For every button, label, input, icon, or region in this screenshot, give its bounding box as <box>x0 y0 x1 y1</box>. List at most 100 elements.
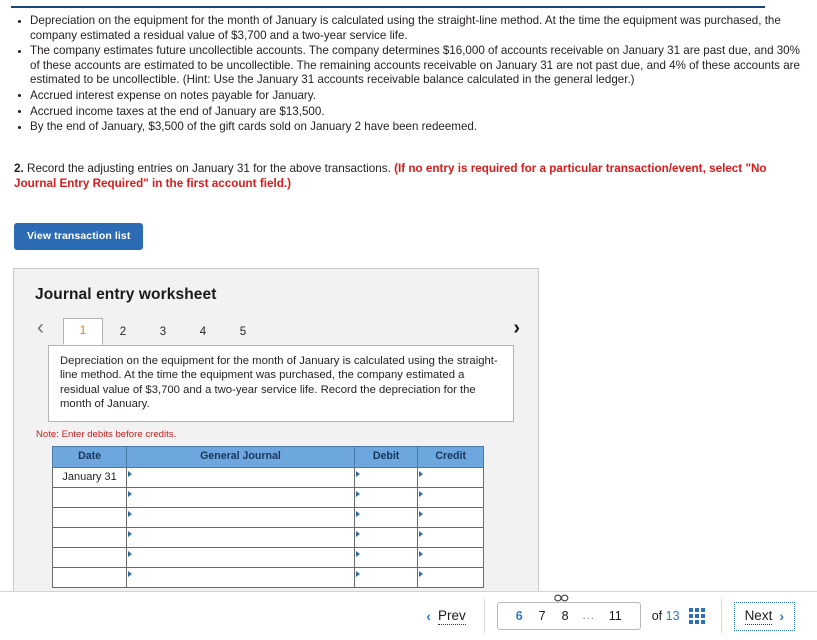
tab-1[interactable]: 1 <box>63 318 103 345</box>
view-transaction-list-button[interactable]: View transaction list <box>14 223 144 251</box>
cell-date <box>51 546 128 568</box>
tab-3[interactable]: 3 <box>143 325 183 344</box>
debit-input[interactable] <box>354 469 418 485</box>
table-row: January 31 <box>51 466 484 488</box>
cell-account-select[interactable] <box>126 546 355 568</box>
page-6[interactable]: 6 <box>508 609 531 623</box>
worksheet-tabs: 1 2 3 4 5 <box>63 313 263 345</box>
tab-5[interactable]: 5 <box>223 325 263 344</box>
list-item: Accrued income taxes at the end of Janua… <box>14 105 803 120</box>
grid-view-icon[interactable] <box>688 608 705 624</box>
scenario-description: Depreciation on the equipment for the mo… <box>48 345 514 422</box>
debit-input[interactable] <box>354 549 418 565</box>
credit-input[interactable] <box>418 549 483 565</box>
cell-credit-input[interactable] <box>417 506 484 528</box>
table-row <box>51 506 484 528</box>
journal-entry-worksheet-panel: Journal entry worksheet ‹ 1 2 3 4 5 › De… <box>13 268 539 592</box>
chevron-left-icon[interactable]: ‹ <box>37 315 44 341</box>
grid-cell <box>700 608 705 612</box>
journal-entry-table: Date General Journal Debit Credit Januar… <box>51 445 484 588</box>
credit-input[interactable] <box>418 489 483 505</box>
journal-table-wrapper: Date General Journal Debit Credit Januar… <box>51 445 484 588</box>
grid-cell <box>688 608 693 612</box>
transaction-text: By the end of January, $3,500 of the gif… <box>30 120 478 134</box>
cell-account-select[interactable] <box>126 526 355 548</box>
requirement-number: 2. <box>14 161 24 175</box>
account-input[interactable] <box>127 469 354 485</box>
transaction-text: The company estimates future uncollectib… <box>30 44 800 87</box>
divider <box>720 599 722 633</box>
cell-date <box>51 566 128 588</box>
cell-credit-input[interactable] <box>417 526 484 548</box>
worksheet-tab-strip: ‹ 1 2 3 4 5 › <box>14 313 538 345</box>
account-input[interactable] <box>127 569 354 585</box>
cell-debit-input[interactable] <box>353 526 419 548</box>
chevron-right-icon[interactable]: › <box>513 315 520 341</box>
of-label: of <box>651 609 663 623</box>
table-row <box>51 546 484 568</box>
transaction-text: Depreciation on the equipment for the mo… <box>30 14 781 42</box>
prev-page-button[interactable]: ‹ Prev <box>420 603 471 630</box>
cell-credit-input[interactable] <box>417 486 484 508</box>
requirement-text: Record the adjusting entries on January … <box>23 161 395 175</box>
worksheet-title: Journal entry worksheet <box>35 286 217 303</box>
table-row <box>51 486 484 508</box>
transaction-text: Accrued income taxes at the end of Janua… <box>30 104 325 118</box>
cell-credit-input[interactable] <box>417 466 484 488</box>
prev-label: Prev <box>437 607 466 625</box>
cell-account-select[interactable] <box>126 506 355 528</box>
page-11[interactable]: 11 <box>601 609 630 623</box>
cell-debit-input[interactable] <box>353 506 419 528</box>
debits-before-credits-note: Note: Enter debits before credits. <box>36 428 177 440</box>
total-pages: 13 <box>665 609 680 623</box>
tab-2[interactable]: 2 <box>103 325 143 344</box>
account-input[interactable] <box>127 509 354 525</box>
grid-cell <box>688 620 693 624</box>
page-number-box: 6 7 8 ... 11 <box>496 594 641 630</box>
column-header-general-journal: General Journal <box>126 445 355 468</box>
journal-table-body: January 31 <box>51 466 484 588</box>
debit-input[interactable] <box>354 529 418 545</box>
list-item: By the end of January, $3,500 of the gif… <box>14 120 803 135</box>
debit-input[interactable] <box>354 489 418 505</box>
credit-input[interactable] <box>418 569 483 585</box>
grid-cell <box>694 614 699 618</box>
cell-credit-input[interactable] <box>417 546 484 568</box>
divider <box>483 599 485 633</box>
cell-date: January 31 <box>51 466 128 488</box>
page-ellipsis: ... <box>582 610 595 622</box>
cell-debit-input[interactable] <box>353 466 419 488</box>
credit-input[interactable] <box>418 509 483 525</box>
table-header-row: Date General Journal Debit Credit <box>51 445 484 468</box>
debit-input[interactable] <box>354 509 418 525</box>
chevron-right-icon: › <box>779 608 784 624</box>
cell-debit-input[interactable] <box>353 546 419 568</box>
tab-4[interactable]: 4 <box>183 325 223 344</box>
cell-account-select[interactable] <box>126 566 355 588</box>
list-item: Depreciation on the equipment for the mo… <box>14 14 803 43</box>
credit-input[interactable] <box>418 529 483 545</box>
table-row <box>51 566 484 588</box>
next-page-button[interactable]: Next › <box>733 601 795 631</box>
page-7[interactable]: 7 <box>531 609 554 623</box>
account-input[interactable] <box>127 549 354 565</box>
cell-date <box>51 486 128 508</box>
cell-credit-input[interactable] <box>417 566 484 588</box>
column-header-credit: Credit <box>417 445 484 468</box>
grid-cell <box>700 614 705 618</box>
cell-debit-input[interactable] <box>353 486 419 508</box>
link-chain-icon <box>553 593 569 604</box>
transaction-bullet-list: Depreciation on the equipment for the mo… <box>0 14 817 135</box>
column-header-date: Date <box>51 445 128 468</box>
account-input[interactable] <box>127 489 354 505</box>
cell-account-select[interactable] <box>126 466 355 488</box>
grid-cell <box>694 620 699 624</box>
debit-input[interactable] <box>354 569 418 585</box>
account-input[interactable] <box>127 529 354 545</box>
cell-account-select[interactable] <box>126 486 355 508</box>
page-8[interactable]: 8 <box>554 609 577 623</box>
requirement-paragraph: 2. Record the adjusting entries on Janua… <box>0 161 817 192</box>
cell-debit-input[interactable] <box>353 566 419 588</box>
table-row <box>51 526 484 548</box>
credit-input[interactable] <box>418 469 483 485</box>
